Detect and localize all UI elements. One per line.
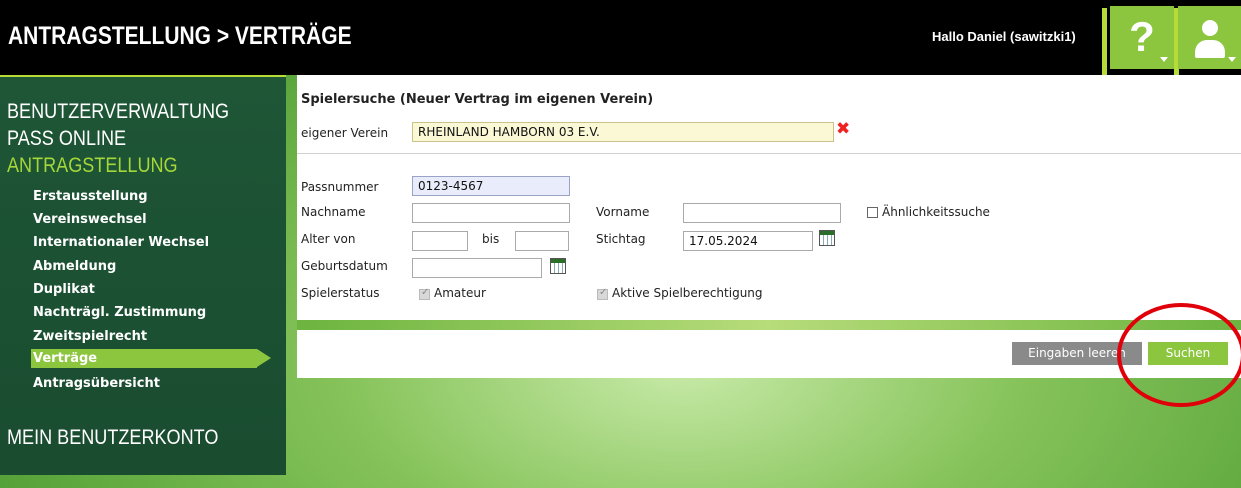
search-form-panel <box>297 75 1241 320</box>
sidebar-section-antragstellung[interactable]: ANTRAGSTELLUNG <box>7 154 178 178</box>
alter-von-field[interactable] <box>412 231 468 251</box>
geburtsdatum-field[interactable] <box>412 258 542 278</box>
page-title: ANTRAGSTELLUNG > VERTRÄGE <box>8 22 352 50</box>
sidebar-item-zweitspielrecht[interactable]: Zweitspielrecht <box>33 329 147 344</box>
passnummer-label: Passnummer <box>301 180 379 194</box>
amateur-checkbox <box>419 287 430 300</box>
close-icon[interactable]: ✖ <box>836 120 850 138</box>
passnummer-field[interactable] <box>412 176 570 196</box>
nachname-label: Nachname <box>301 205 366 219</box>
vorname-field[interactable] <box>683 203 841 223</box>
stichtag-field[interactable] <box>683 231 813 251</box>
amateur-label: Amateur <box>434 286 486 300</box>
help-icon: ? <box>1129 13 1155 60</box>
user-icon <box>1202 20 1218 36</box>
sidebar-item-duplikat[interactable]: Duplikat <box>33 282 95 297</box>
stichtag-label: Stichtag <box>596 232 646 246</box>
calendar-icon[interactable] <box>550 258 566 274</box>
help-button[interactable]: ? <box>1110 6 1174 69</box>
form-divider <box>297 153 1241 154</box>
aktive-spielberechtigung-label: Aktive Spielberechtigung <box>612 286 763 300</box>
verein-field[interactable] <box>412 122 834 142</box>
sidebar-item-vertraege[interactable]: Verträge <box>33 351 97 366</box>
user-menu-button[interactable] <box>1178 6 1241 69</box>
chevron-down-icon <box>1228 57 1236 62</box>
sidebar-section-mein-benutzerkonto[interactable]: MEIN BENUTZERKONTO <box>7 426 218 450</box>
form-title: Spielersuche (Neuer Vertrag im eigenen V… <box>301 92 654 107</box>
aktive-spielberechtigung-checkbox <box>597 287 608 300</box>
top-bar: ANTRAGSTELLUNG > VERTRÄGE Hallo Daniel (… <box>0 0 1241 75</box>
spielerstatus-label: Spielerstatus <box>301 286 380 300</box>
aehnlichkeitssuche-checkbox[interactable] <box>867 207 878 218</box>
sidebar-section-benutzerverwaltung[interactable]: BENUTZERVERWALTUNG <box>7 100 229 124</box>
aehnlichkeitssuche-label: Ähnlichkeitssuche <box>882 205 990 219</box>
alter-bis-label: bis <box>482 232 500 246</box>
sidebar-item-internationaler-wechsel[interactable]: Internationaler Wechsel <box>33 235 209 250</box>
alter-bis-field[interactable] <box>515 231 569 251</box>
user-greeting: Hallo Daniel (sawitzki1) <box>932 29 1076 44</box>
red-highlight-circle <box>1117 303 1241 407</box>
alter-von-label: Alter von <box>301 232 356 246</box>
sidebar-item-vereinswechsel[interactable]: Vereinswechsel <box>33 212 147 227</box>
sidebar-accent-strip <box>0 75 286 77</box>
sidebar-item-erstausstellung[interactable]: Erstausstellung <box>33 189 148 204</box>
panel-separator-band <box>297 320 1241 330</box>
nachname-field[interactable] <box>412 203 570 223</box>
geburtsdatum-label: Geburtsdatum <box>301 259 388 273</box>
user-icon-body <box>1195 40 1225 58</box>
calendar-icon[interactable] <box>819 230 835 246</box>
header-separator <box>1102 8 1107 75</box>
verein-label: eigener Verein <box>301 126 389 140</box>
sidebar-item-antragsuebersicht[interactable]: Antragsübersicht <box>33 376 160 391</box>
sidebar-item-nachtraegl-zustimmung[interactable]: Nachträgl. Zustimmung <box>33 305 206 320</box>
sidebar-section-pass-online[interactable]: PASS ONLINE <box>7 127 126 151</box>
chevron-down-icon <box>1160 57 1168 62</box>
vorname-label: Vorname <box>596 205 650 219</box>
sidebar-item-abmeldung[interactable]: Abmeldung <box>33 259 116 274</box>
